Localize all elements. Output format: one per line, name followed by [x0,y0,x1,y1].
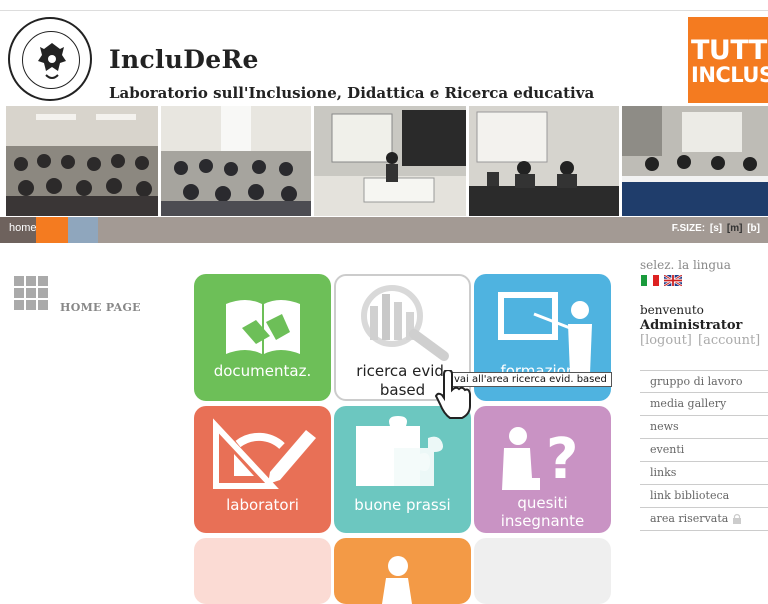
tile-label: buone prassi [354,496,451,514]
nav-tab-orange[interactable] [36,217,68,243]
font-size-small[interactable]: [s] [710,223,722,234]
menu-item-label: media gallery [650,397,727,410]
site-subtitle: Laboratorio sull'Inclusione, Didattica e… [109,84,595,102]
hand-cursor-icon [434,370,471,419]
tile-label-line2: insegnante [500,512,585,530]
tile-faded-3[interactable] [474,538,611,604]
menu-item-media-gallery[interactable]: media gallery [640,393,768,416]
menu-item-label: area riservata [650,512,729,525]
tooltip: vai all'area ricerca evid. based [449,372,612,387]
tile-faded-1[interactable] [194,538,331,604]
menu-item-label: news [650,420,679,433]
font-size-selector: F.SIZE: [s] [m] [b] [670,223,760,234]
account-link[interactable]: [account] [698,333,760,348]
nav-home-link[interactable]: home [0,217,37,243]
tutti-inclusi-logo[interactable]: TUTTI INCLUSI [688,17,768,103]
tile-documentazione[interactable]: documentaz. [194,274,331,401]
logo-text-line2: INCLUSI [691,63,768,87]
lock-icon [733,513,741,524]
photo-lecture [314,106,466,216]
tile-label: documentaz. [213,362,312,380]
username: Administrator [640,318,743,333]
site-title[interactable]: IncluDeRe [109,45,259,74]
menu-item-links[interactable]: links [640,462,768,485]
photo-speakers [622,106,768,216]
tile-laboratori[interactable]: laboratori [194,406,331,533]
logo-text-line1: TUTTI [691,35,768,66]
tile-buone-prassi[interactable]: buone prassi [334,406,471,533]
font-size-medium[interactable]: [m] [727,223,743,234]
welcome-text: benvenuto [640,303,704,317]
person-desk-icon [382,556,412,604]
tile-label-line1: quesiti [517,494,568,512]
uk-flag-icon[interactable] [664,275,682,286]
photo-audience [161,106,311,216]
nav-bar: home F.SIZE: [s] [m] [b] [0,217,768,243]
menu-item-label: gruppo di lavoro [650,375,743,388]
tile-quesiti[interactable]: ? quesiti insegnante [474,406,611,533]
tile-faded-2[interactable] [334,538,471,604]
book-hands-icon [226,300,300,354]
menu-item-label: eventi [650,443,685,456]
home-page-link[interactable]: HOME PAGE [60,301,141,314]
grid-icon[interactable] [14,276,50,310]
menu-item-eventi[interactable]: eventi [640,439,768,462]
menu-item-area-riservata[interactable]: area riservata [640,508,768,531]
menu-item-label: link biblioteca [650,489,730,502]
side-menu: gruppo di lavoro media gallery news even… [640,370,768,531]
photo-classroom [6,106,158,216]
italian-flag-icon[interactable] [641,275,659,286]
menu-item-gruppo-di-lavoro[interactable]: gruppo di lavoro [640,370,768,393]
photo-panel [469,106,619,216]
font-size-label: F.SIZE: [671,223,706,234]
tile-label: laboratori [226,496,299,514]
menu-item-link-biblioteca[interactable]: link biblioteca [640,485,768,508]
menu-item-label: links [650,466,677,479]
photo-banner [0,106,768,216]
university-seal-logo[interactable] [8,17,92,101]
menu-item-news[interactable]: news [640,416,768,439]
font-size-big[interactable]: [b] [747,223,760,234]
logout-link[interactable]: [logout] [640,333,692,348]
svg-text:?: ? [546,427,578,492]
site-header: IncluDeRe Laboratorio sull'Inclusione, D… [0,10,768,103]
language-label: selez. la lingua [640,258,731,272]
nav-tab-blue[interactable] [68,217,98,243]
